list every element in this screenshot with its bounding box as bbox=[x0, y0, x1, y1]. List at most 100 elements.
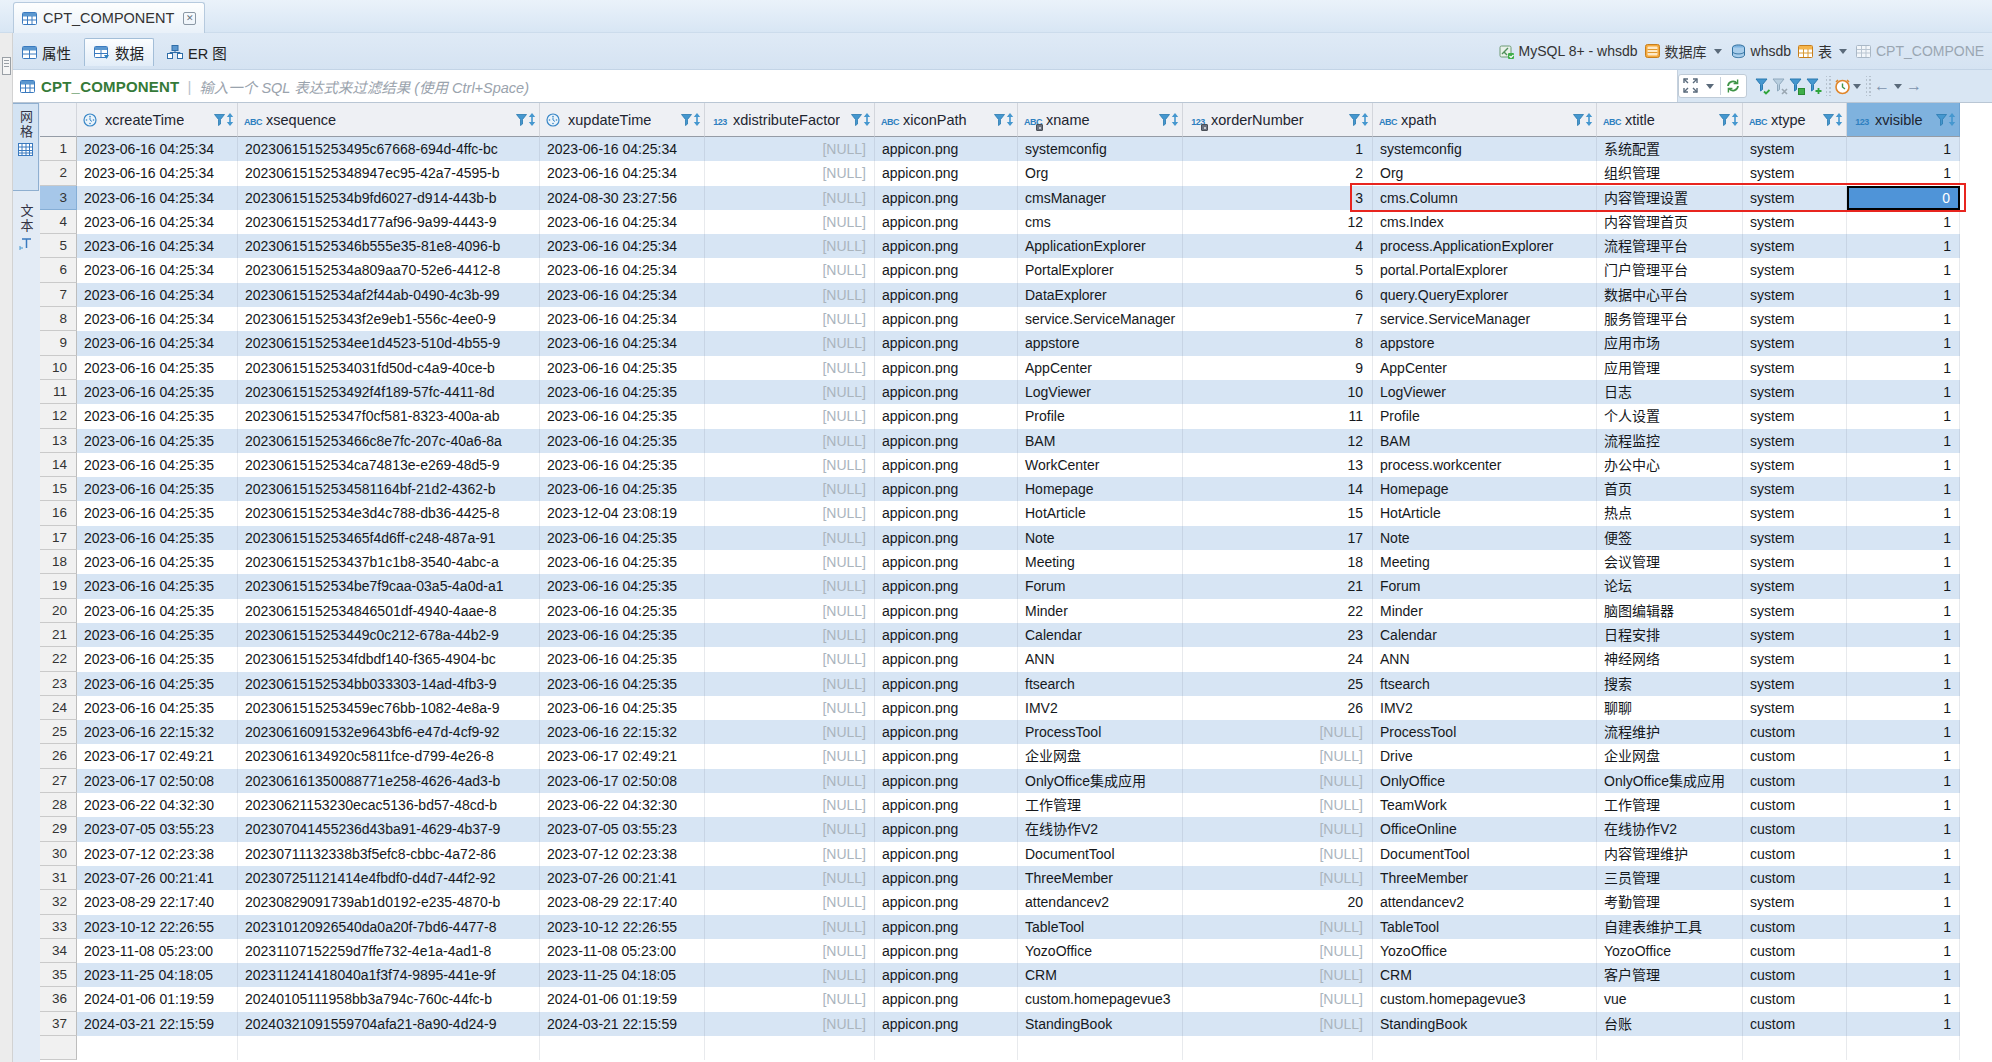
cell-xdistributeFactor[interactable]: [NULL] bbox=[705, 939, 875, 963]
cell-xvisible[interactable]: 1 bbox=[1847, 672, 1960, 696]
cell-xtype[interactable]: custom bbox=[1743, 817, 1847, 841]
row-number[interactable]: 24 bbox=[40, 696, 77, 720]
cell-xsequence[interactable]: 20231107152259d7ffe732-4e1a-4ad1-8 bbox=[238, 939, 540, 963]
cell-xiconPath[interactable]: appicon.png bbox=[875, 647, 1018, 671]
row-number[interactable]: 37 bbox=[40, 1012, 77, 1036]
cell-xtitle[interactable]: vue bbox=[1597, 987, 1743, 1011]
cell-xiconPath[interactable]: appicon.png bbox=[875, 380, 1018, 404]
cell-xcreateTime[interactable]: 2023-06-22 04:32:30 bbox=[77, 793, 238, 817]
cell-xorderNumber[interactable]: 6 bbox=[1183, 283, 1373, 307]
cell-xvisible[interactable]: 1 bbox=[1847, 210, 1960, 234]
cell-xorderNumber[interactable]: 26 bbox=[1183, 696, 1373, 720]
cell-xpath[interactable]: cms.Index bbox=[1373, 210, 1597, 234]
cell-xtype[interactable]: system bbox=[1743, 307, 1847, 331]
row-number[interactable]: 18 bbox=[40, 550, 77, 574]
chevron-down-icon[interactable] bbox=[1706, 84, 1714, 89]
cell-xdistributeFactor[interactable]: [NULL] bbox=[705, 137, 875, 161]
cell-xcreateTime[interactable]: 2023-11-08 05:23:00 bbox=[77, 939, 238, 963]
cell-xcreateTime[interactable]: 2023-06-16 04:25:35 bbox=[77, 623, 238, 647]
cell-xname[interactable]: OnlyOffice集成应用 bbox=[1018, 769, 1183, 793]
cell-xiconPath[interactable]: appicon.png bbox=[875, 307, 1018, 331]
cell-xvisible[interactable]: 0 bbox=[1847, 186, 1960, 210]
cell-xupdateTime[interactable]: 2023-06-22 04:32:30 bbox=[540, 793, 705, 817]
cell-xiconPath[interactable]: appicon.png bbox=[875, 404, 1018, 428]
cell-xdistributeFactor[interactable]: [NULL] bbox=[705, 429, 875, 453]
cell-xiconPath[interactable]: appicon.png bbox=[875, 939, 1018, 963]
expand-icon[interactable] bbox=[1683, 78, 1700, 95]
cell-xorderNumber[interactable]: 11 bbox=[1183, 404, 1373, 428]
cell-xsequence[interactable]: 202307041455236d43ba91-4629-4b37-9 bbox=[238, 817, 540, 841]
cell-xtype[interactable]: system bbox=[1743, 356, 1847, 380]
cell-xname[interactable]: 企业网盘 bbox=[1018, 744, 1183, 768]
cell-xorderNumber[interactable]: 12 bbox=[1183, 210, 1373, 234]
cell-xiconPath[interactable]: appicon.png bbox=[875, 599, 1018, 623]
cell-xtype[interactable]: system bbox=[1743, 186, 1847, 210]
cell-xupdateTime[interactable]: 2023-06-16 04:25:35 bbox=[540, 599, 705, 623]
cell-xpath[interactable]: portal.PortalExplorer bbox=[1373, 258, 1597, 282]
cell-xpath[interactable]: BAM bbox=[1373, 429, 1597, 453]
cell-xtitle[interactable]: 个人设置 bbox=[1597, 404, 1743, 428]
cell-xpath[interactable]: Homepage bbox=[1373, 477, 1597, 501]
cell-xtype[interactable]: custom bbox=[1743, 1012, 1847, 1036]
cell-xsequence[interactable]: 2023061515253466c8e7fc-207c-40a6-8a bbox=[238, 429, 540, 453]
cell-xtype[interactable]: custom bbox=[1743, 744, 1847, 768]
cell-xsequence[interactable]: 202310120926540da0a20f-7bd6-4477-8 bbox=[238, 915, 540, 939]
cell-xdistributeFactor[interactable]: [NULL] bbox=[705, 234, 875, 258]
cell-xsequence[interactable]: 20230616134920c5811fce-d799-4e26-8 bbox=[238, 744, 540, 768]
cell-xupdateTime[interactable]: 2023-11-25 04:18:05 bbox=[540, 963, 705, 987]
cell-xiconPath[interactable]: appicon.png bbox=[875, 963, 1018, 987]
cell-xtitle[interactable]: 工作管理 bbox=[1597, 793, 1743, 817]
cell-xiconPath[interactable]: appicon.png bbox=[875, 550, 1018, 574]
cell-xcreateTime[interactable]: 2024-01-06 01:19:59 bbox=[77, 987, 238, 1011]
presentation-text-tab[interactable]: 文本 bbox=[13, 198, 39, 286]
cell-xvisible[interactable]: 1 bbox=[1847, 987, 1960, 1011]
cell-xorderNumber[interactable]: [NULL] bbox=[1183, 769, 1373, 793]
cell-xname[interactable]: Org bbox=[1018, 161, 1183, 185]
column-header-xtype[interactable]: ABCxtype bbox=[1743, 103, 1847, 137]
cell-xpath[interactable]: Meeting bbox=[1373, 550, 1597, 574]
cell-xtype[interactable]: custom bbox=[1743, 842, 1847, 866]
cell-xvisible[interactable]: 1 bbox=[1847, 453, 1960, 477]
cell-xsequence[interactable]: 20230615152534e3d4c788-db36-4425-8 bbox=[238, 501, 540, 525]
cell-xpath[interactable]: Note bbox=[1373, 526, 1597, 550]
cell-xtype[interactable]: system bbox=[1743, 429, 1847, 453]
sort-icon[interactable] bbox=[1171, 113, 1179, 126]
row-number[interactable]: 3 bbox=[40, 186, 77, 210]
cell-xdistributeFactor[interactable]: [NULL] bbox=[705, 356, 875, 380]
row-number[interactable]: 27 bbox=[40, 769, 77, 793]
cell-xorderNumber[interactable]: [NULL] bbox=[1183, 915, 1373, 939]
cell-xsequence[interactable]: 2023061515253459ec76bb-1082-4e8a-9 bbox=[238, 696, 540, 720]
cell-xcreateTime[interactable]: 2023-06-16 04:25:35 bbox=[77, 696, 238, 720]
cell-xsequence[interactable]: 20230615152534b9fd6027-d914-443b-b bbox=[238, 186, 540, 210]
column-header-xvisible[interactable]: 123xvisible bbox=[1847, 103, 1960, 137]
cell-xiconPath[interactable]: appicon.png bbox=[875, 477, 1018, 501]
sort-icon[interactable] bbox=[1835, 113, 1843, 126]
cell-xtype[interactable]: system bbox=[1743, 283, 1847, 307]
cell-xtitle[interactable]: 三员管理 bbox=[1597, 866, 1743, 890]
cell-xupdateTime[interactable]: 2023-06-17 02:50:08 bbox=[540, 769, 705, 793]
cell-xorderNumber[interactable]: [NULL] bbox=[1183, 963, 1373, 987]
cell-xname[interactable]: ThreeMember bbox=[1018, 866, 1183, 890]
cell-xtype[interactable]: custom bbox=[1743, 769, 1847, 793]
cell-xcreateTime[interactable]: 2023-06-16 04:25:34 bbox=[77, 210, 238, 234]
cell-xname[interactable]: cmsManager bbox=[1018, 186, 1183, 210]
cell-xpath[interactable]: Calendar bbox=[1373, 623, 1597, 647]
column-header-xorderNumber[interactable]: 123xorderNumber bbox=[1183, 103, 1373, 137]
schema-item[interactable]: whsdb bbox=[1731, 43, 1791, 59]
cell-xupdateTime[interactable]: 2023-07-12 02:23:38 bbox=[540, 842, 705, 866]
cell-xpath[interactable]: HotArticle bbox=[1373, 501, 1597, 525]
cell-xsequence[interactable]: 20230615152534ca74813e-e269-48d5-9 bbox=[238, 453, 540, 477]
row-number[interactable]: 31 bbox=[40, 866, 77, 890]
cell-xpath[interactable]: Minder bbox=[1373, 599, 1597, 623]
cell-xupdateTime[interactable]: 2023-06-16 04:25:34 bbox=[540, 258, 705, 282]
cell-xcreateTime[interactable]: 2023-06-16 04:25:35 bbox=[77, 647, 238, 671]
cell-xupdateTime[interactable]: 2023-06-16 22:15:32 bbox=[540, 720, 705, 744]
filter-funnel-icon[interactable] bbox=[1719, 114, 1730, 126]
cell-xvisible[interactable]: 1 bbox=[1847, 477, 1960, 501]
cell-xdistributeFactor[interactable]: [NULL] bbox=[705, 720, 875, 744]
cell-xdistributeFactor[interactable]: [NULL] bbox=[705, 526, 875, 550]
filter-funnel-icon[interactable] bbox=[214, 114, 225, 126]
cell-xorderNumber[interactable]: 1 bbox=[1183, 137, 1373, 161]
cell-xcreateTime[interactable]: 2024-03-21 22:15:59 bbox=[77, 1012, 238, 1036]
cell-xname[interactable]: 工作管理 bbox=[1018, 793, 1183, 817]
